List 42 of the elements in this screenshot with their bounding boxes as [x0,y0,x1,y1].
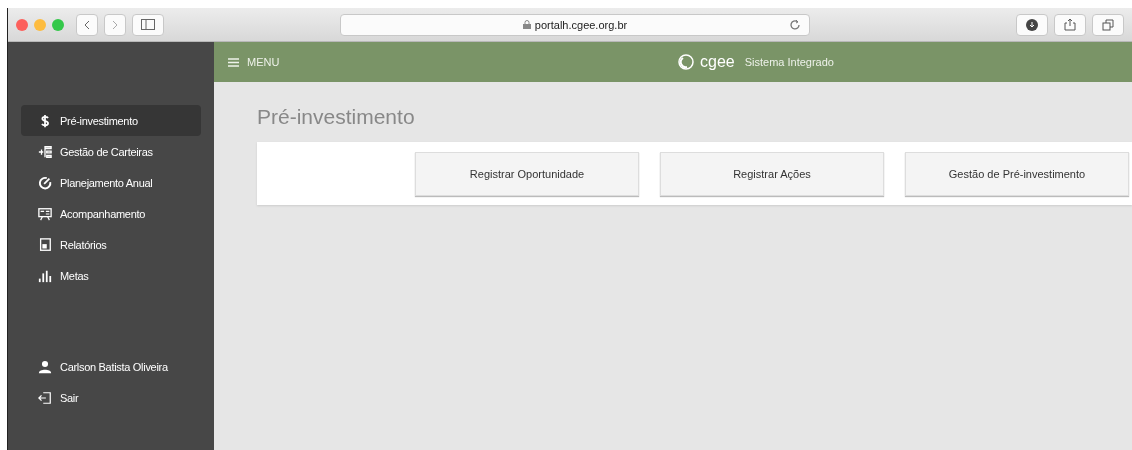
action-button[interactable]: Registrar Oportunidade [415,151,639,196]
address-bar[interactable]: portalh.cgee.org.br [340,13,810,36]
sidebar-item[interactable]: Planejamento Anual [21,167,201,198]
logout-item[interactable]: Sair [21,382,201,413]
edit-icon [38,175,52,190]
download-icon [1026,18,1038,31]
person-icon [38,359,52,374]
sidebar-item[interactable]: Relatórios [21,229,201,260]
maximize-button[interactable] [52,18,64,31]
page-title: Pré-investimento [257,105,416,129]
logo-icon [678,54,694,70]
forward-button[interactable] [104,13,126,36]
action-button[interactable]: Registrar Ações [660,151,884,196]
presentation-icon [38,206,52,221]
minimize-button[interactable] [34,18,46,31]
dollar-icon [38,113,52,128]
logout-icon [38,390,52,405]
sidebar-icon [141,19,155,30]
tabs-button[interactable] [1092,13,1124,36]
logo-text: cgee [700,53,735,71]
lock-icon [522,20,531,29]
tabs-icon [1102,18,1114,31]
action-button[interactable]: Gestão de Pré-investimento [905,151,1129,196]
back-button[interactable] [76,13,98,36]
sidebar-item[interactable]: Metas [21,260,201,291]
app-name: Sistema Integrado [744,56,834,68]
share-icon [1064,18,1076,31]
sidebar-item[interactable]: Pré-investimento [21,105,201,136]
hierarchy-icon [38,144,52,159]
document-icon [38,237,52,252]
menu-icon [228,57,239,67]
close-button[interactable] [16,18,28,31]
user-item[interactable]: Carlson Batista Oliveira [21,351,201,382]
sidebar-button[interactable] [132,13,164,36]
share-button[interactable] [1054,13,1086,36]
sidebar-item[interactable]: Acompanhamento [21,198,201,229]
reload-icon[interactable] [789,18,801,31]
download-button[interactable] [1016,13,1048,36]
chevron-right-icon [112,19,118,30]
bar-chart-icon [38,268,52,283]
chevron-left-icon [84,19,90,30]
sidebar-item[interactable]: Gestão de Carteiras [21,136,201,167]
